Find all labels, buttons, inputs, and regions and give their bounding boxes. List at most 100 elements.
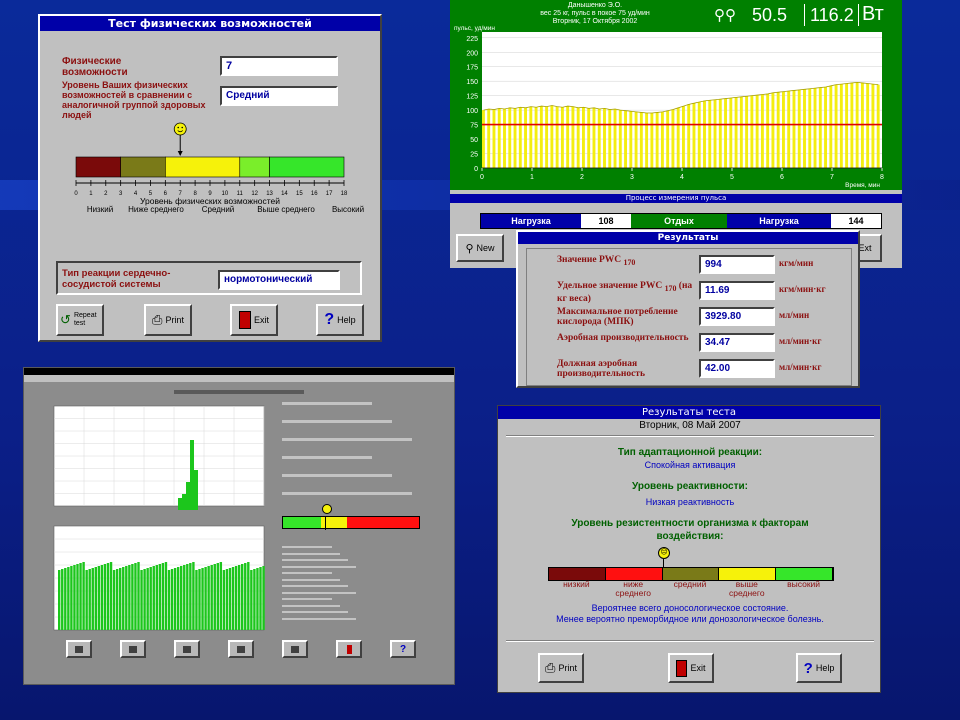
pwc-result-label: Значение PWC 170 (557, 255, 636, 267)
bar-chart-bar (231, 567, 235, 630)
phys-label: Физические возможности (62, 56, 128, 78)
pulse-bar (692, 103, 696, 168)
x-tick-label: 4 (680, 174, 684, 181)
analysis-bar-chart (53, 525, 265, 631)
pwc-result-row: Аэробная производительность 34.47 мл/мин·… (527, 333, 851, 357)
summary-text-line (282, 578, 340, 581)
status-rest: Отдых (631, 214, 727, 228)
pulse-bar (839, 84, 843, 168)
pwc-result-unit: мл/мин·кг (779, 336, 822, 346)
summary-text-line (282, 552, 340, 555)
scale-tick-label: 3 (119, 191, 123, 197)
pulse-bar (750, 95, 754, 168)
pwc-result-unit: кгм/мин (779, 258, 814, 268)
scale-tick-label: 15 (296, 191, 303, 197)
bar-chart-bar (186, 564, 189, 630)
analysis-toolbar-button[interactable] (66, 640, 92, 658)
analysis-toolbar-button[interactable] (228, 640, 254, 658)
scale-segment (165, 156, 241, 178)
status-load-1: Нагрузка (481, 214, 581, 228)
pulse-bar (708, 100, 712, 168)
x-tick-label: 2 (580, 174, 584, 181)
results-print-button[interactable]: ⎙ Print (538, 653, 584, 683)
adaptation-value: Спокойная активация (644, 460, 736, 470)
conclusion-2: Менее вероятно преморбидное или донозоло… (556, 614, 824, 624)
pulse-bar (734, 97, 738, 168)
bar-chart-bar (85, 570, 88, 630)
status-pulse-2: 144 (831, 214, 881, 228)
smiley-eye (177, 126, 180, 129)
bar-chart-bar (250, 570, 253, 630)
pwc-result-value: 3929.80 (699, 307, 775, 326)
pulse-bar (503, 108, 506, 168)
test-results-title: Результаты теста (498, 406, 880, 419)
bar-chart-bar (131, 564, 134, 630)
pulse-bar (787, 91, 791, 168)
pulse-bar (545, 106, 549, 168)
pwc-result-value: 34.47 (699, 333, 775, 352)
smiley-eye (181, 126, 184, 129)
print-button[interactable]: ⎙ Print (144, 304, 192, 336)
bar-chart-bar (82, 562, 85, 630)
pulse-bar (797, 89, 801, 168)
analysis-window: ? (23, 367, 455, 685)
bar-chart-bar (241, 564, 244, 630)
pulse-bar (871, 84, 875, 168)
pulse-bar (650, 113, 654, 168)
scale-tick-label: 4 (134, 191, 138, 197)
resistance-scale-labels: низкий ниже среднего средний выше среднего в… (548, 580, 832, 602)
exit-door-icon (238, 311, 251, 329)
results-help-button[interactable]: ? Help (796, 653, 842, 683)
bar-chart-bar (244, 563, 247, 630)
x-tick-label: 0 (480, 174, 484, 181)
analysis-toolbar-button[interactable]: ? (390, 640, 416, 658)
exit-label: Exit (253, 315, 269, 325)
pulse-bar (813, 88, 817, 168)
pulse-bar (597, 108, 601, 168)
resistance-scale-label: высокий (787, 579, 821, 589)
bar-chart-bar (213, 564, 216, 630)
bar-chart-bar (134, 563, 137, 630)
scale-tick-label: 18 (341, 191, 348, 197)
new-button[interactable]: ⚲ New (456, 234, 504, 262)
bar-chart-bar (195, 570, 198, 630)
scale-tick-label: 1 (89, 191, 93, 197)
pulse-bar (745, 96, 749, 168)
pulse-bar (566, 106, 570, 168)
pulse-bar (655, 112, 659, 168)
exit-button[interactable]: Exit (230, 304, 278, 336)
pwc-subscript: 170 (623, 257, 636, 267)
pwc-result-row: Удельное значение PWC 170 (на кг веса) 11… (527, 281, 851, 305)
analysis-toolbar-button[interactable] (336, 640, 362, 658)
pulse-bar (703, 100, 706, 168)
analysis-toolbar-button[interactable] (120, 640, 146, 658)
bar-chart-bar (128, 565, 131, 630)
parameter-text-line (282, 456, 372, 459)
bar-chart-bar (225, 569, 229, 630)
scale-tick-label: 16 (311, 191, 318, 197)
smiley-icon (173, 122, 187, 136)
help-button[interactable]: ? Help (316, 304, 364, 336)
pulse-bar (639, 112, 643, 168)
pulse-bar (808, 88, 812, 168)
bar-chart-bar (103, 564, 107, 630)
bar-chart-bar (152, 566, 155, 630)
pwc-result-unit: мл/мин (779, 310, 810, 320)
ability-category-label: Низкий (86, 205, 114, 214)
pulse-bar (824, 86, 827, 168)
level-label: Уровень Ваших физических возможностей в … (62, 80, 206, 120)
ability-category-label: Выше среднего (257, 205, 315, 214)
repeat-test-button[interactable]: ↺ Repeat test (56, 304, 104, 336)
help-icon: ? (324, 311, 335, 328)
analysis-toolbar-button[interactable] (174, 640, 200, 658)
analysis-toolbar-button[interactable] (282, 640, 308, 658)
bar-chart-bar (122, 567, 125, 630)
pulse-bar (803, 89, 806, 168)
pulse-bar (613, 108, 617, 168)
x-tick-label: 3 (630, 174, 634, 181)
results-exit-button[interactable]: Exit (668, 653, 714, 683)
ability-categories: Низкий Ниже среднего Средний Выше среднего В… (70, 205, 370, 235)
results-print-label: Print (558, 663, 577, 673)
adaptation-heading: Тип адаптационной реакции: (617, 447, 763, 458)
y-tick-label: 150 (466, 79, 478, 86)
